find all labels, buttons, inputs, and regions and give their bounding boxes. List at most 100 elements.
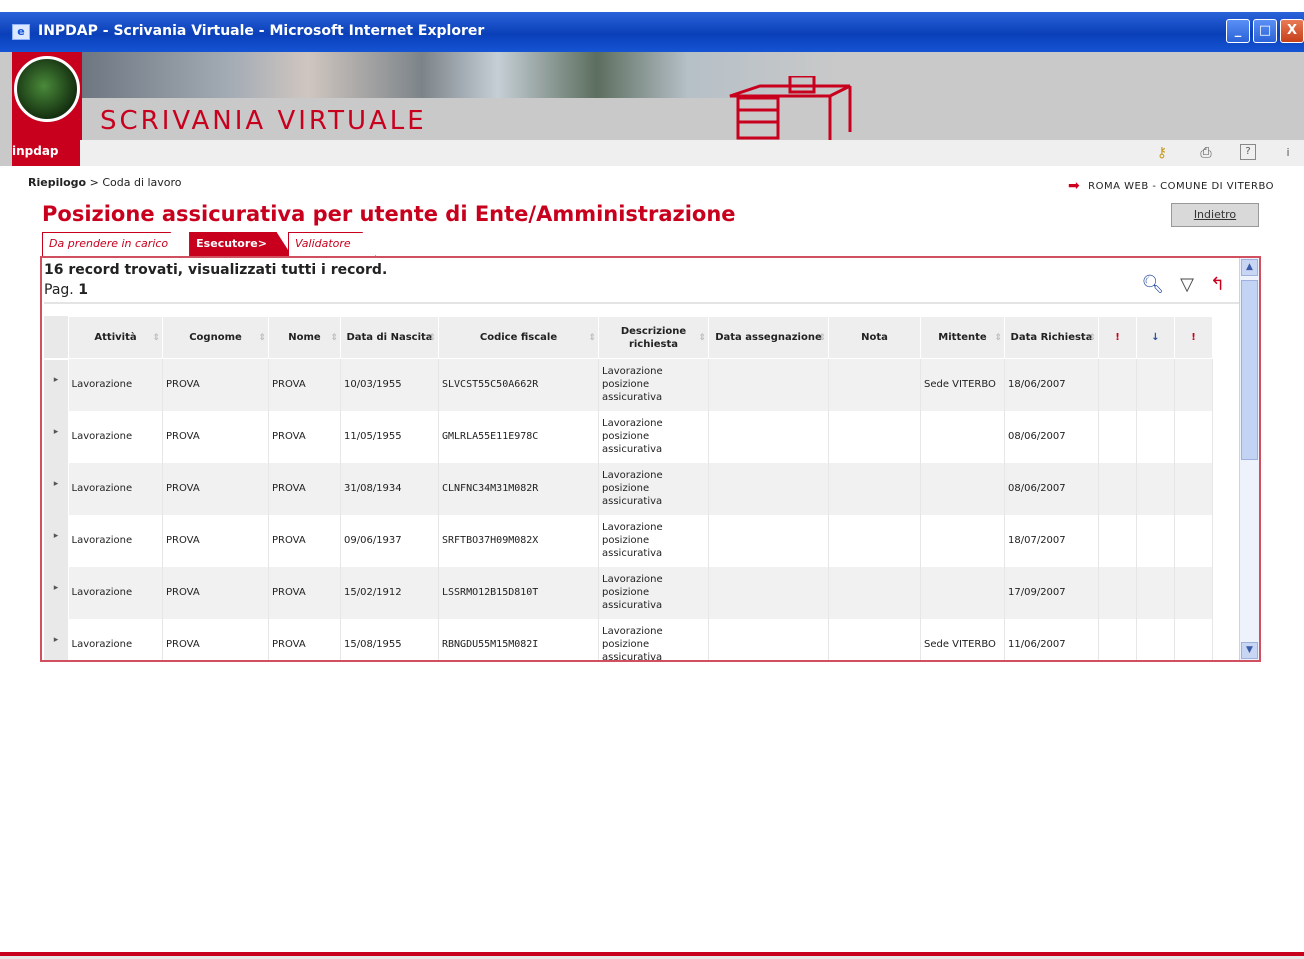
column-header-codice-fiscale[interactable]: Codice fiscale ⇕ [438,316,599,359]
row-expand-icon[interactable]: ▸ [44,412,68,464]
cell-codice-fiscale: RBNGDU55M15M082I [438,618,599,660]
breadcrumb: Riepilogo > Coda di lavoro [28,176,182,189]
table-row[interactable]: Lavorazione PROVA PROVA 11/05/1955 GMLRL… [68,410,1213,463]
page-indicator: Pag. 1 [44,282,88,298]
column-header-attivita[interactable]: Attività ⇕ [68,316,163,359]
column-header-nome[interactable]: Nome ⇕ [268,316,341,359]
window-title: INPDAP - Scrivania Virtuale - Microsoft … [38,23,485,39]
column-header-data-richiesta[interactable]: Data Richiesta ⇕ [1004,316,1099,359]
cell-data-nascita: 15/08/1955 [340,618,439,660]
breadcrumb-root[interactable]: Riepilogo [28,176,86,189]
cell-data-richiesta: 11/06/2007 [1004,618,1099,660]
cell-data-nascita: 09/06/1937 [340,514,439,567]
cell-mittente: Sede VITERBO [920,618,1005,660]
cell-nome: PROVA [268,410,341,463]
cell-nota [828,410,921,463]
logo-text: inpdap [12,144,59,158]
brand-title: SCRIVANIA VIRTUALE [100,106,427,136]
print-icon[interactable]: ⎙ [1196,144,1216,162]
cell-data-assegnazione [708,514,829,567]
location-text: ROMA WEB - COMUNE DI VITERBO [1088,180,1274,192]
cell-descrizione: Lavorazione posizione assicurativa [598,514,709,567]
scroll-up-button[interactable]: ▲ [1241,259,1258,276]
cell-cognome: PROVA [162,410,269,463]
tab-validatore[interactable]: Validatore [287,232,376,256]
cell-mittente: Sede VITERBO [920,358,1005,411]
column-header-assign-icon[interactable]: ↓ [1136,316,1175,359]
cell-codice-fiscale: LSSRMO12B15D810T [438,566,599,619]
search-icon[interactable]: 🔍︎ [1141,274,1164,295]
cell-data-assegnazione [708,358,829,411]
back-button[interactable]: Indietro [1171,203,1259,227]
column-header-data-assegnazione[interactable]: Data assegnazione ⇕ [708,316,829,359]
column-header-priority-icon[interactable]: ! [1174,316,1213,359]
column-header-urgent-icon[interactable]: ! [1098,316,1137,359]
minimize-button[interactable]: _ [1226,19,1250,43]
row-expand-icon[interactable]: ▸ [44,568,68,620]
info-icon[interactable]: i [1278,144,1298,162]
cell-cognome: PROVA [162,358,269,411]
key-icon[interactable]: ⚷ [1152,144,1172,162]
results-panel: 16 record trovati, visualizzati tutti i … [40,256,1261,662]
cell-attivita: Lavorazione [68,566,163,619]
window-title-bar: e INPDAP - Scrivania Virtuale - Microsof… [0,12,1304,52]
cell-codice-fiscale: GMLRLA55E11E978C [438,410,599,463]
cell-cognome: PROVA [162,618,269,660]
page-label: Pag. [44,282,74,298]
help-icon[interactable]: ? [1240,144,1256,160]
cell-data-richiesta: 18/07/2007 [1004,514,1099,567]
cell-attivita: Lavorazione [68,462,163,515]
tab-esecutore[interactable]: Esecutore> [189,232,292,256]
cell-descrizione: Lavorazione posizione assicurativa [598,358,709,411]
cell-nome: PROVA [268,514,341,567]
table-row[interactable]: Lavorazione PROVA PROVA 09/06/1937 SRFTB… [68,514,1213,567]
cell-nota [828,566,921,619]
cell-nota [828,514,921,567]
location-info: ➡ ROMA WEB - COMUNE DI VITERBO [1068,178,1274,194]
cell-data-assegnazione [708,410,829,463]
tab-bar: Da prendere in carico Esecutore> Validat… [42,232,376,256]
table-row[interactable]: Lavorazione PROVA PROVA 31/08/1934 CLNFN… [68,462,1213,515]
row-expand-icon[interactable]: ▸ [44,464,68,516]
table-row[interactable]: Lavorazione PROVA PROVA 10/03/1955 SLVCS… [68,358,1213,411]
row-expand-icon[interactable]: ▸ [44,620,68,660]
table-row[interactable]: Lavorazione PROVA PROVA 15/02/1912 LSSRM… [68,566,1213,619]
column-header-data-nascita[interactable]: Data di Nascita ⇕ [340,316,439,359]
cell-data-nascita: 10/03/1955 [340,358,439,411]
maximize-button[interactable]: □ [1253,19,1277,43]
table-scroll-area: Attività ⇕ Cognome ⇕ Nome ⇕ Data di Nascita… [44,302,1239,660]
record-count: 16 record trovati, visualizzati tutti i … [44,262,388,278]
cell-attivita: Lavorazione [68,358,163,411]
cell-codice-fiscale: CLNFNC34M31M082R [438,462,599,515]
ie-icon: e [12,24,30,40]
cell-nota [828,618,921,660]
table-row[interactable]: Lavorazione PROVA PROVA 15/08/1955 RBNGD… [68,618,1213,660]
scroll-thumb[interactable] [1241,280,1258,460]
column-header-nota[interactable]: Nota [828,316,921,359]
scroll-down-button[interactable]: ▼ [1241,642,1258,659]
cell-data-nascita: 15/02/1912 [340,566,439,619]
refresh-icon[interactable]: ↰ [1210,274,1225,295]
column-header-descrizione[interactable]: Descrizione richiesta ⇕ [598,316,709,359]
row-expand-icon[interactable]: ▸ [44,516,68,568]
cell-cognome: PROVA [162,514,269,567]
arrow-right-icon: ➡ [1067,178,1081,194]
cell-attivita: Lavorazione [68,514,163,567]
tab-da-prendere-in-carico[interactable]: Da prendere in carico [42,232,194,256]
column-header-cognome[interactable]: Cognome ⇕ [162,316,269,359]
page-number: 1 [78,282,88,298]
cell-mittente [920,514,1005,567]
cell-attivita: Lavorazione [68,410,163,463]
cell-attivita: Lavorazione [68,618,163,660]
column-header-mittente[interactable]: Mittente ⇕ [920,316,1005,359]
breadcrumb-separator: > [89,176,99,189]
row-expand-icon[interactable]: ▸ [44,360,68,412]
vertical-scrollbar[interactable]: ▲ ▼ [1239,258,1259,660]
page-title: Posizione assicurativa per utente di Ent… [42,202,736,226]
cell-codice-fiscale: SRFTBO37H09M082X [438,514,599,567]
filter-icon[interactable]: ▽ [1180,274,1194,295]
close-button[interactable]: X [1280,19,1304,43]
cell-mittente [920,410,1005,463]
cell-cognome: PROVA [162,566,269,619]
cell-nota [828,358,921,411]
